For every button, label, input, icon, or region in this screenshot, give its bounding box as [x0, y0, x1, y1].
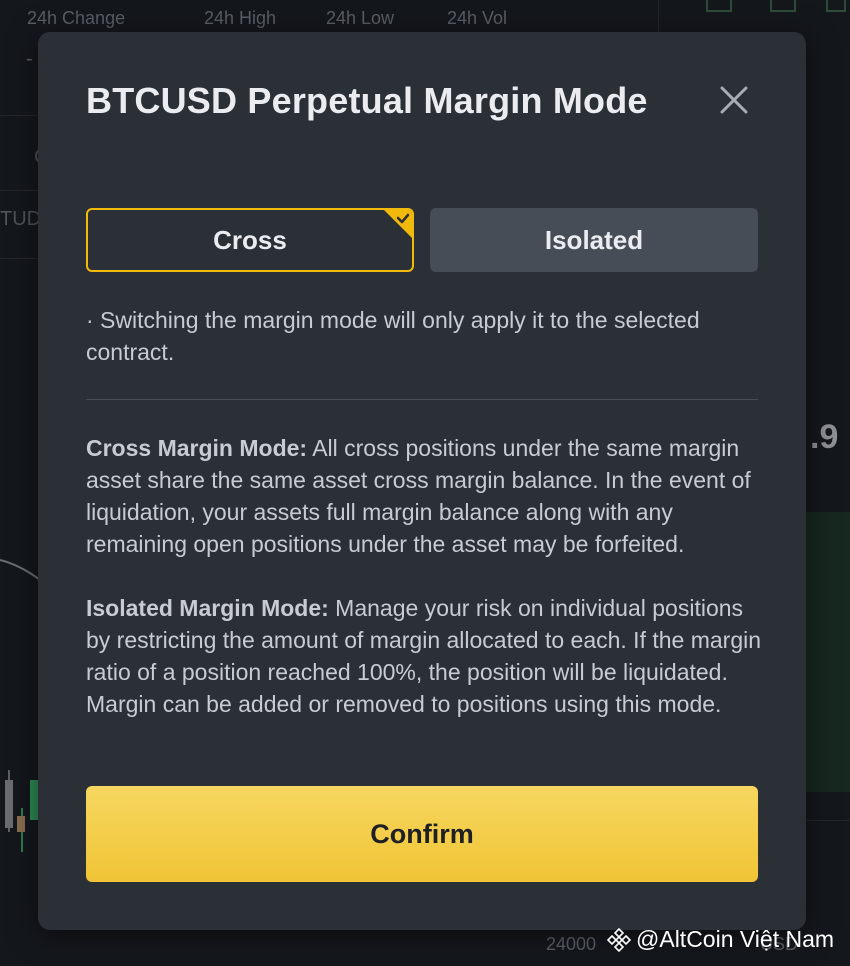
- candle: [5, 780, 13, 828]
- candle: [17, 816, 25, 832]
- mode-switch-note: · Switching the margin mode will only ap…: [86, 307, 700, 365]
- stat-24h-change-label: 24h Change: [27, 8, 126, 28]
- isolated-mode-description: Isolated Margin Mode: Manage your risk o…: [86, 592, 766, 720]
- grid-line: [806, 820, 850, 821]
- watermark: @AltCoin Việt Nam: [606, 926, 834, 953]
- isolated-mode-heading: Isolated Margin Mode:: [86, 595, 329, 621]
- cross-mode-label: Cross: [213, 224, 287, 255]
- margin-mode-dialog: BTCUSD Perpetual Margin Mode Cross Isola…: [38, 32, 806, 930]
- confirm-button[interactable]: Confirm: [86, 786, 758, 882]
- bg-price-fragment: .9: [810, 418, 839, 456]
- chart-curve: [0, 559, 40, 581]
- divider: [86, 399, 758, 400]
- cross-mode-heading: Cross Margin Mode:: [86, 435, 308, 461]
- stat-value-dash: -: [26, 48, 33, 70]
- grid-line: [0, 190, 40, 191]
- orderbook-bid-area: [806, 512, 850, 792]
- stat-24h-vol-label: 24h Vol: [447, 8, 508, 28]
- binance-diamond-icon: [606, 927, 632, 952]
- dialog-title: BTCUSD Perpetual Margin Mode: [86, 80, 648, 121]
- isolated-mode-button[interactable]: Isolated: [430, 208, 758, 272]
- watermark-text: @AltCoin Việt Nam: [636, 926, 835, 952]
- close-icon: [720, 86, 748, 114]
- layout-icon[interactable]: [826, 0, 846, 12]
- grid-line: [0, 115, 40, 116]
- confirm-label: Confirm: [370, 818, 474, 849]
- bg-side-label: TUD: [0, 208, 42, 230]
- layout-icon[interactable]: [706, 0, 732, 12]
- cross-mode-button[interactable]: Cross: [86, 208, 414, 272]
- candle: [30, 780, 38, 820]
- check-icon: [384, 210, 412, 238]
- stat-24h-high-label: 24h High: [204, 8, 277, 28]
- close-button[interactable]: [716, 82, 752, 118]
- cross-mode-description: Cross Margin Mode: All cross positions u…: [86, 432, 766, 560]
- stat-24h-low-label: 24h Low: [326, 8, 395, 28]
- axis-price-label: 24000: [546, 934, 597, 954]
- layout-icon[interactable]: [770, 0, 796, 12]
- grid-line: [0, 258, 40, 259]
- isolated-mode-label: Isolated: [544, 224, 644, 255]
